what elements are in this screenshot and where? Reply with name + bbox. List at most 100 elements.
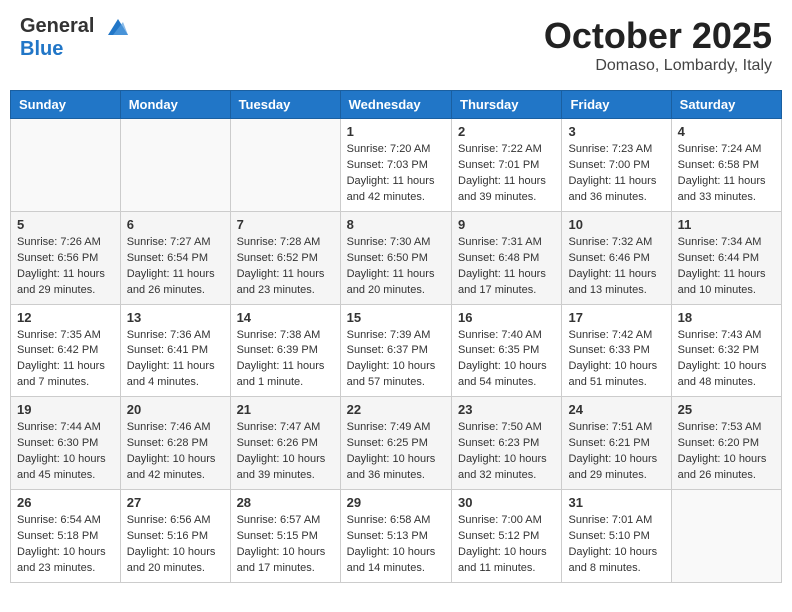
day-header-saturday: Saturday <box>671 91 781 119</box>
logo-icon <box>98 17 128 37</box>
calendar-cell: 19 Sunrise: 7:44 AM Sunset: 6:30 PM Dayli… <box>11 397 121 490</box>
calendar-cell: 15 Sunrise: 7:39 AM Sunset: 6:37 PM Dayli… <box>340 304 451 397</box>
calendar-cell: 30Sunrise: 7:00 AM Sunset: 5:12 PM Dayli… <box>452 490 562 583</box>
day-number: 31 <box>568 495 664 510</box>
day-info: Sunrise: 7:30 AM Sunset: 6:50 PM Dayligh… <box>347 235 445 299</box>
day-info: Sunrise: 6:57 AM Sunset: 5:15 PM Dayligh… <box>237 513 334 577</box>
day-info: Sunrise: 7:26 AM Sunset: 6:56 PM Dayligh… <box>17 235 114 299</box>
day-number: 27 <box>127 495 224 510</box>
day-info: Sunrise: 7:28 AM Sunset: 6:52 PM Dayligh… <box>237 235 334 299</box>
calendar-cell: 5 Sunrise: 7:26 AM Sunset: 6:56 PM Daylig… <box>11 211 121 304</box>
calendar-cell: 22Sunrise: 7:49 AM Sunset: 6:25 PM Dayli… <box>340 397 451 490</box>
logo: General Blue <box>20 15 128 61</box>
calendar-cell: 6 Sunrise: 7:27 AM Sunset: 6:54 PM Daylig… <box>120 211 230 304</box>
day-number: 10 <box>568 217 664 232</box>
day-info: Sunrise: 6:56 AM Sunset: 5:16 PM Dayligh… <box>127 513 224 577</box>
day-number: 3 <box>568 124 664 139</box>
calendar-cell: 4Sunrise: 7:24 AM Sunset: 6:58 PM Daylig… <box>671 119 781 212</box>
day-info: Sunrise: 7:32 AM Sunset: 6:46 PM Dayligh… <box>568 235 664 299</box>
calendar-cell: 14 Sunrise: 7:38 AM Sunset: 6:39 PM Dayli… <box>230 304 340 397</box>
calendar-cell <box>120 119 230 212</box>
location-text: Domaso, Lombardy, Italy <box>544 57 772 75</box>
calendar-week-row: 1 Sunrise: 7:20 AM Sunset: 7:03 PM Daylig… <box>11 119 782 212</box>
calendar-cell: 10 Sunrise: 7:32 AM Sunset: 6:46 PM Dayli… <box>562 211 671 304</box>
day-number: 5 <box>17 217 114 232</box>
day-number: 17 <box>568 310 664 325</box>
day-number: 15 <box>347 310 445 325</box>
day-number: 11 <box>678 217 775 232</box>
day-number: 20 <box>127 402 224 417</box>
day-header-friday: Friday <box>562 91 671 119</box>
day-number: 18 <box>678 310 775 325</box>
day-info: Sunrise: 7:00 AM Sunset: 5:12 PM Dayligh… <box>458 513 555 577</box>
day-header-monday: Monday <box>120 91 230 119</box>
calendar-cell: 8 Sunrise: 7:30 AM Sunset: 6:50 PM Daylig… <box>340 211 451 304</box>
day-info: Sunrise: 7:53 AM Sunset: 6:20 PM Dayligh… <box>678 420 775 484</box>
calendar-cell: 21 Sunrise: 7:47 AM Sunset: 6:26 PM Dayli… <box>230 397 340 490</box>
day-number: 7 <box>237 217 334 232</box>
day-info: Sunrise: 7:23 AM Sunset: 7:00 PM Dayligh… <box>568 142 664 206</box>
calendar-cell: 29Sunrise: 6:58 AM Sunset: 5:13 PM Dayli… <box>340 490 451 583</box>
day-info: Sunrise: 7:34 AM Sunset: 6:44 PM Dayligh… <box>678 235 775 299</box>
day-number: 21 <box>237 402 334 417</box>
calendar-cell <box>230 119 340 212</box>
calendar-cell <box>11 119 121 212</box>
day-info: Sunrise: 7:47 AM Sunset: 6:26 PM Dayligh… <box>237 420 334 484</box>
day-info: Sunrise: 7:22 AM Sunset: 7:01 PM Dayligh… <box>458 142 555 206</box>
day-info: Sunrise: 7:38 AM Sunset: 6:39 PM Dayligh… <box>237 328 334 392</box>
day-info: Sunrise: 7:42 AM Sunset: 6:33 PM Dayligh… <box>568 328 664 392</box>
day-number: 1 <box>347 124 445 139</box>
day-number: 29 <box>347 495 445 510</box>
day-info: Sunrise: 7:27 AM Sunset: 6:54 PM Dayligh… <box>127 235 224 299</box>
calendar-cell: 11 Sunrise: 7:34 AM Sunset: 6:44 PM Dayli… <box>671 211 781 304</box>
calendar-cell: 3 Sunrise: 7:23 AM Sunset: 7:00 PM Daylig… <box>562 119 671 212</box>
day-info: Sunrise: 7:44 AM Sunset: 6:30 PM Dayligh… <box>17 420 114 484</box>
day-info: Sunrise: 7:39 AM Sunset: 6:37 PM Dayligh… <box>347 328 445 392</box>
day-number: 26 <box>17 495 114 510</box>
calendar-cell: 2 Sunrise: 7:22 AM Sunset: 7:01 PM Daylig… <box>452 119 562 212</box>
day-info: Sunrise: 7:50 AM Sunset: 6:23 PM Dayligh… <box>458 420 555 484</box>
calendar-cell: 25 Sunrise: 7:53 AM Sunset: 6:20 PM Dayli… <box>671 397 781 490</box>
day-number: 9 <box>458 217 555 232</box>
day-number: 2 <box>458 124 555 139</box>
day-number: 23 <box>458 402 555 417</box>
days-header-row: SundayMondayTuesdayWednesdayThursdayFrid… <box>11 91 782 119</box>
day-number: 16 <box>458 310 555 325</box>
day-header-thursday: Thursday <box>452 91 562 119</box>
calendar-cell: 28Sunrise: 6:57 AM Sunset: 5:15 PM Dayli… <box>230 490 340 583</box>
calendar-cell: 7 Sunrise: 7:28 AM Sunset: 6:52 PM Daylig… <box>230 211 340 304</box>
day-number: 13 <box>127 310 224 325</box>
calendar-cell: 20 Sunrise: 7:46 AM Sunset: 6:28 PM Dayli… <box>120 397 230 490</box>
calendar-cell: 13Sunrise: 7:36 AM Sunset: 6:41 PM Dayli… <box>120 304 230 397</box>
day-info: Sunrise: 7:31 AM Sunset: 6:48 PM Dayligh… <box>458 235 555 299</box>
calendar-cell: 18 Sunrise: 7:43 AM Sunset: 6:32 PM Dayli… <box>671 304 781 397</box>
day-number: 6 <box>127 217 224 232</box>
calendar-cell: 26Sunrise: 6:54 AM Sunset: 5:18 PM Dayli… <box>11 490 121 583</box>
day-number: 14 <box>237 310 334 325</box>
day-info: Sunrise: 7:43 AM Sunset: 6:32 PM Dayligh… <box>678 328 775 392</box>
title-section: October 2025 Domaso, Lombardy, Italy <box>544 15 772 75</box>
day-info: Sunrise: 7:49 AM Sunset: 6:25 PM Dayligh… <box>347 420 445 484</box>
calendar-week-row: 19 Sunrise: 7:44 AM Sunset: 6:30 PM Dayli… <box>11 397 782 490</box>
calendar-week-row: 26Sunrise: 6:54 AM Sunset: 5:18 PM Dayli… <box>11 490 782 583</box>
day-header-wednesday: Wednesday <box>340 91 451 119</box>
day-number: 19 <box>17 402 114 417</box>
day-number: 12 <box>17 310 114 325</box>
day-info: Sunrise: 7:40 AM Sunset: 6:35 PM Dayligh… <box>458 328 555 392</box>
calendar-table: SundayMondayTuesdayWednesdayThursdayFrid… <box>10 90 782 583</box>
calendar-cell: 23 Sunrise: 7:50 AM Sunset: 6:23 PM Dayli… <box>452 397 562 490</box>
calendar-week-row: 12Sunrise: 7:35 AM Sunset: 6:42 PM Dayli… <box>11 304 782 397</box>
day-info: Sunrise: 7:20 AM Sunset: 7:03 PM Dayligh… <box>347 142 445 206</box>
day-header-sunday: Sunday <box>11 91 121 119</box>
day-header-tuesday: Tuesday <box>230 91 340 119</box>
day-number: 8 <box>347 217 445 232</box>
calendar-cell: 17 Sunrise: 7:42 AM Sunset: 6:33 PM Dayli… <box>562 304 671 397</box>
day-info: Sunrise: 7:01 AM Sunset: 5:10 PM Dayligh… <box>568 513 664 577</box>
day-info: Sunrise: 7:46 AM Sunset: 6:28 PM Dayligh… <box>127 420 224 484</box>
day-number: 25 <box>678 402 775 417</box>
calendar-week-row: 5 Sunrise: 7:26 AM Sunset: 6:56 PM Daylig… <box>11 211 782 304</box>
logo-general-text: General <box>20 15 94 38</box>
calendar-cell: 16 Sunrise: 7:40 AM Sunset: 6:35 PM Dayli… <box>452 304 562 397</box>
day-info: Sunrise: 7:51 AM Sunset: 6:21 PM Dayligh… <box>568 420 664 484</box>
calendar-cell: 24Sunrise: 7:51 AM Sunset: 6:21 PM Dayli… <box>562 397 671 490</box>
